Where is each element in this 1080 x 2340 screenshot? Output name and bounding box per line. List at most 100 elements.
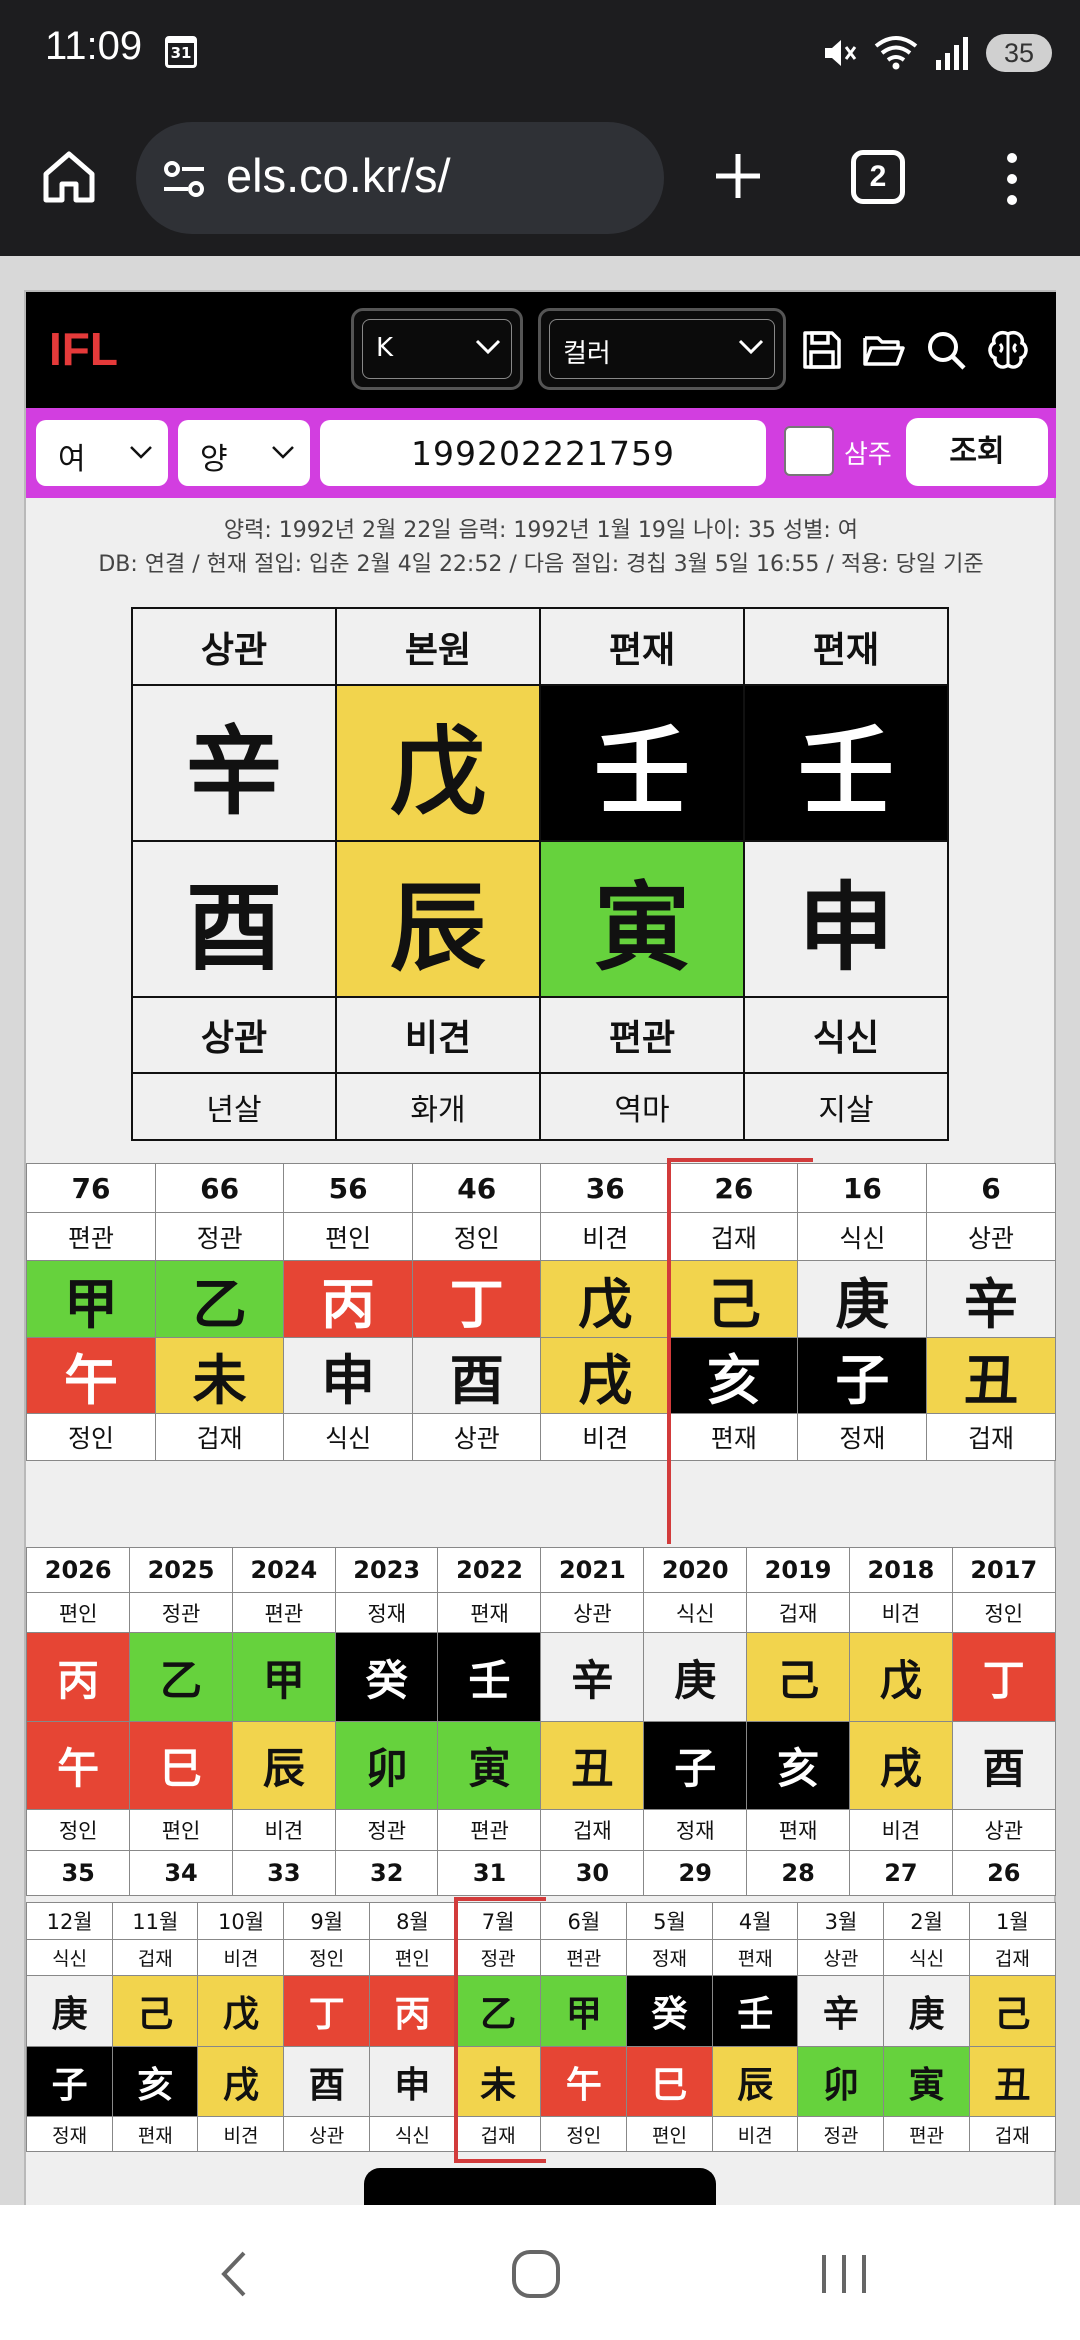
monthly-month[interactable]: 5월 (625, 1902, 714, 1940)
yearly-year[interactable]: 2019 (745, 1547, 851, 1593)
tab-switcher-button[interactable]: 2 (851, 150, 905, 204)
monthly-month[interactable]: 6월 (540, 1902, 628, 1940)
calendar-type-select[interactable]: 양 (178, 420, 310, 486)
recent-apps-icon[interactable] (816, 2251, 872, 2297)
monthly-stem[interactable]: 丁 (283, 1975, 371, 2047)
daeun-branch[interactable]: 酉 (411, 1336, 542, 1415)
monthly-month[interactable]: 3월 (797, 1902, 885, 1940)
yearly-branch[interactable]: 卯 (334, 1720, 439, 1811)
monthly-branch[interactable]: 未 (454, 2045, 542, 2118)
yearly-stem[interactable]: 乙 (128, 1632, 234, 1722)
browser-home-icon[interactable] (38, 146, 100, 208)
yearly-year[interactable]: 2018 (848, 1547, 954, 1593)
site-settings-icon[interactable] (160, 154, 210, 204)
daeun-branch[interactable]: 午 (26, 1336, 157, 1415)
yearly-year[interactable]: 2020 (643, 1547, 748, 1593)
yearly-stem[interactable]: 甲 (231, 1632, 337, 1722)
monthly-stem[interactable]: 庚 (26, 1975, 114, 2047)
monthly-stem[interactable]: 癸 (625, 1975, 714, 2047)
daeun-age[interactable]: 56 (283, 1163, 414, 1213)
yearly-year[interactable]: 2026 (26, 1547, 131, 1593)
yearly-stem[interactable]: 壬 (437, 1632, 542, 1722)
color-select[interactable]: 컬러 (538, 308, 786, 390)
daeun-branch[interactable]: 未 (154, 1336, 285, 1415)
monthly-month[interactable]: 9월 (283, 1902, 371, 1940)
yearly-branch[interactable]: 午 (26, 1720, 131, 1811)
daeun-stem[interactable]: 甲 (26, 1260, 157, 1338)
monthly-stem[interactable]: 庚 (883, 1975, 971, 2047)
monthly-stem[interactable]: 甲 (540, 1975, 628, 2047)
daeun-stem[interactable]: 丙 (283, 1260, 414, 1338)
monthly-branch[interactable]: 申 (368, 2045, 457, 2118)
monthly-branch[interactable]: 酉 (283, 2045, 371, 2118)
yearly-stem[interactable]: 丙 (26, 1632, 131, 1722)
monthly-branch[interactable]: 丑 (968, 2045, 1056, 2118)
daeun-stem[interactable]: 戊 (540, 1260, 671, 1338)
yearly-branch[interactable]: 辰 (231, 1720, 337, 1811)
daeun-branch[interactable]: 子 (797, 1336, 928, 1415)
monthly-branch[interactable]: 卯 (797, 2045, 885, 2118)
monthly-month[interactable]: 1월 (968, 1902, 1056, 1940)
yearly-year[interactable]: 2024 (231, 1547, 337, 1593)
brain-icon[interactable] (986, 328, 1030, 372)
yearly-branch[interactable]: 寅 (437, 1720, 542, 1811)
new-tab-icon[interactable] (710, 148, 766, 204)
yearly-stem[interactable]: 戊 (848, 1632, 954, 1722)
yearly-year[interactable]: 2021 (540, 1547, 645, 1593)
yearly-stem[interactable]: 己 (745, 1632, 851, 1722)
yearly-branch[interactable]: 子 (643, 1720, 748, 1811)
daeun-age[interactable]: 6 (925, 1163, 1056, 1213)
daeun-branch[interactable]: 戌 (540, 1336, 671, 1415)
monthly-month[interactable]: 7월 (454, 1902, 542, 1940)
k-select[interactable]: K (351, 308, 523, 390)
monthly-stem[interactable]: 己 (111, 1975, 199, 2047)
daeun-branch[interactable]: 亥 (668, 1336, 799, 1415)
monthly-month[interactable]: 10월 (197, 1902, 285, 1940)
back-icon[interactable] (210, 2249, 260, 2299)
yearly-branch[interactable]: 亥 (745, 1720, 851, 1811)
monthly-branch[interactable]: 午 (540, 2045, 628, 2118)
yearly-stem[interactable]: 丁 (951, 1632, 1056, 1722)
address-bar[interactable]: els.co.kr/s/ (136, 122, 664, 234)
daeun-age[interactable]: 76 (26, 1163, 157, 1213)
more-menu-icon[interactable] (1000, 148, 1024, 210)
yearly-branch[interactable]: 巳 (128, 1720, 234, 1811)
yearly-stem[interactable]: 癸 (334, 1632, 439, 1722)
daeun-stem[interactable]: 己 (668, 1260, 799, 1338)
gender-select[interactable]: 여 (36, 420, 168, 486)
daeun-branch[interactable]: 申 (283, 1336, 414, 1415)
monthly-branch[interactable]: 亥 (111, 2045, 199, 2118)
yearly-branch[interactable]: 丑 (540, 1720, 645, 1811)
monthly-branch[interactable]: 戌 (197, 2045, 285, 2118)
yearly-branch[interactable]: 酉 (951, 1720, 1056, 1811)
monthly-month[interactable]: 12월 (26, 1902, 114, 1940)
daeun-branch[interactable]: 丑 (925, 1336, 1056, 1415)
daeun-stem[interactable]: 辛 (925, 1260, 1056, 1338)
folder-icon[interactable] (862, 328, 906, 372)
monthly-branch[interactable]: 巳 (625, 2045, 714, 2118)
yearly-year[interactable]: 2017 (951, 1547, 1056, 1593)
monthly-stem[interactable]: 丙 (368, 1975, 457, 2047)
daeun-stem[interactable]: 庚 (797, 1260, 928, 1338)
monthly-branch[interactable]: 辰 (711, 2045, 799, 2118)
daeun-age[interactable]: 66 (154, 1163, 285, 1213)
monthly-branch[interactable]: 寅 (883, 2045, 971, 2118)
daeun-age[interactable]: 26 (668, 1163, 799, 1213)
yearly-year[interactable]: 2022 (437, 1547, 542, 1593)
monthly-month[interactable]: 2월 (883, 1902, 971, 1940)
monthly-stem[interactable]: 壬 (711, 1975, 799, 2047)
monthly-month[interactable]: 11월 (111, 1902, 199, 1940)
daeun-age[interactable]: 46 (411, 1163, 542, 1213)
monthly-stem[interactable]: 己 (968, 1975, 1056, 2047)
yearly-year[interactable]: 2025 (128, 1547, 234, 1593)
daeun-age[interactable]: 36 (540, 1163, 671, 1213)
daeun-stem[interactable]: 乙 (154, 1260, 285, 1338)
bottom-sheet-handle[interactable] (364, 2168, 716, 2205)
monthly-month[interactable]: 8월 (368, 1902, 457, 1940)
save-icon[interactable] (800, 328, 844, 372)
daeun-age[interactable]: 16 (797, 1163, 928, 1213)
monthly-stem[interactable]: 戊 (197, 1975, 285, 2047)
monthly-stem[interactable]: 乙 (454, 1975, 542, 2047)
birth-datetime-input[interactable] (320, 420, 766, 486)
yearly-stem[interactable]: 辛 (540, 1632, 645, 1722)
